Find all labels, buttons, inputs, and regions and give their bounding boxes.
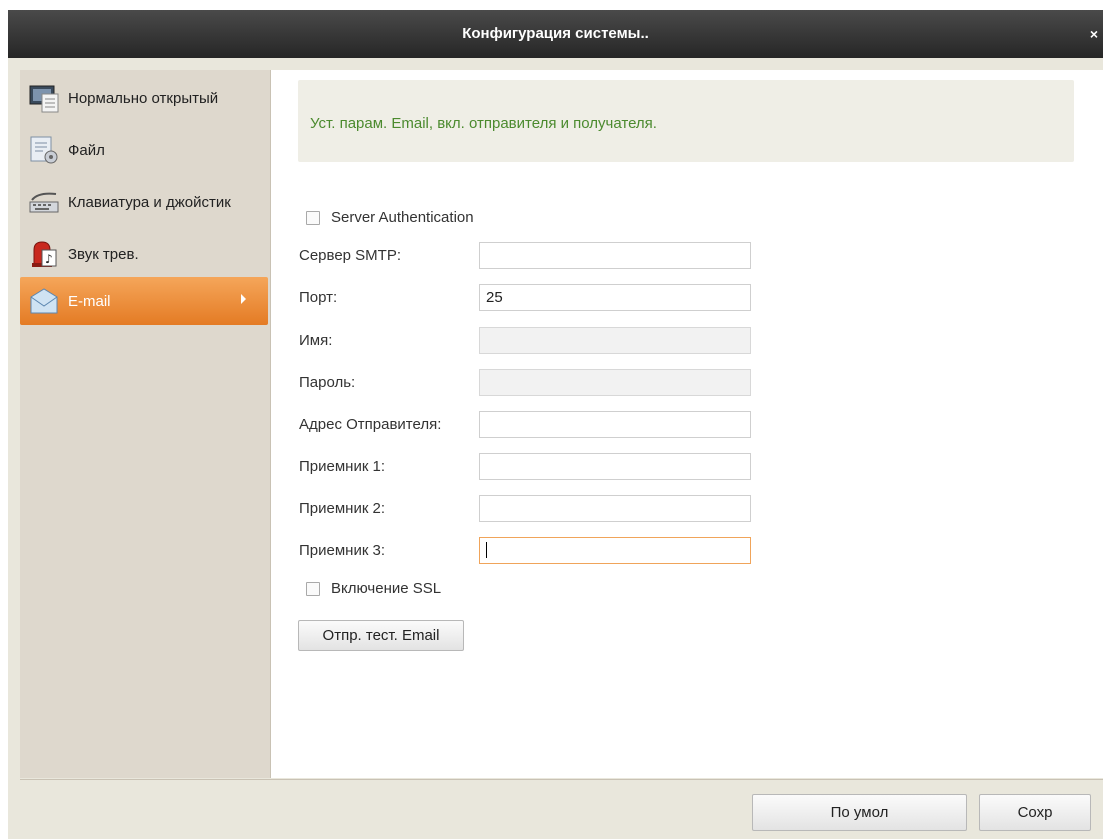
server-auth-label: Server Authentication [331, 209, 474, 226]
smtp-label: Сервер SMTP: [299, 247, 402, 264]
sidebar-item-keyboard[interactable]: Клавиатура и джойстик [20, 180, 268, 224]
receiver3-input[interactable] [479, 537, 751, 564]
sender-label: Адрес Отправителя: [299, 416, 442, 433]
server-auth-row[interactable]: Server Authentication [306, 209, 474, 226]
receiver1-input[interactable] [479, 453, 751, 480]
config-window: Конфигурация системы.. × Нормально откры… [8, 10, 1103, 839]
info-banner: Уст. парам. Email, вкл. отправителя и по… [298, 80, 1074, 162]
sender-address-input[interactable] [479, 411, 751, 438]
password-input[interactable] [479, 369, 751, 396]
svg-text:♪: ♪ [45, 252, 53, 266]
sidebar-item-label: Нормально открытый [68, 89, 219, 107]
alarm-sound-icon: ♪ [32, 241, 57, 267]
sidebar-item-label: Звук трев. [68, 245, 139, 263]
default-button[interactable]: По умол [752, 794, 967, 831]
server-auth-checkbox[interactable] [306, 210, 320, 225]
title-bar: Конфигурация системы.. × [8, 10, 1103, 58]
sidebar-item-alarm-sound[interactable]: ♪ Звук трев. [20, 232, 268, 276]
sidebar-item-label: E-mail [68, 292, 111, 310]
info-text: Уст. парам. Email, вкл. отправителя и по… [310, 115, 657, 132]
close-icon[interactable]: × [1085, 10, 1103, 58]
save-button[interactable]: Сохр [979, 794, 1091, 831]
email-settings-panel: Уст. парам. Email, вкл. отправителя и по… [271, 70, 1103, 778]
smtp-server-input[interactable] [479, 242, 751, 269]
port-input[interactable]: 25 [479, 284, 751, 311]
receiver1-label: Приемник 1: [299, 458, 386, 475]
sidebar-item-label: Клавиатура и джойстик [68, 193, 231, 211]
window-title: Конфигурация системы.. [462, 25, 649, 42]
text-caret [486, 542, 487, 559]
chevron-right-icon [241, 294, 246, 304]
email-icon [30, 288, 58, 314]
sidebar-item-file[interactable]: Файл [20, 128, 268, 172]
ssl-checkbox[interactable] [306, 581, 320, 596]
password-label: Пароль: [299, 374, 356, 391]
monitor-icon [29, 85, 59, 113]
ssl-row[interactable]: Включение SSL [306, 580, 441, 597]
receiver2-input[interactable] [479, 495, 751, 522]
port-label: Порт: [299, 289, 338, 306]
name-label: Имя: [299, 332, 333, 349]
send-test-email-button[interactable]: Отпр. тест. Email [298, 620, 464, 651]
receiver3-label: Приемник 3: [299, 542, 386, 559]
keyboard-icon [29, 192, 59, 213]
sidebar: Нормально открытый Файл Клавиатура и джо… [20, 70, 271, 778]
sidebar-item-normally-open[interactable]: Нормально открытый [20, 76, 268, 120]
footer-divider [20, 779, 1103, 780]
sidebar-item-email[interactable]: E-mail [20, 277, 268, 325]
name-input[interactable] [479, 327, 751, 354]
file-settings-icon [30, 136, 58, 164]
ssl-label: Включение SSL [331, 580, 442, 597]
receiver2-label: Приемник 2: [299, 500, 386, 517]
sidebar-item-label: Файл [68, 141, 105, 159]
